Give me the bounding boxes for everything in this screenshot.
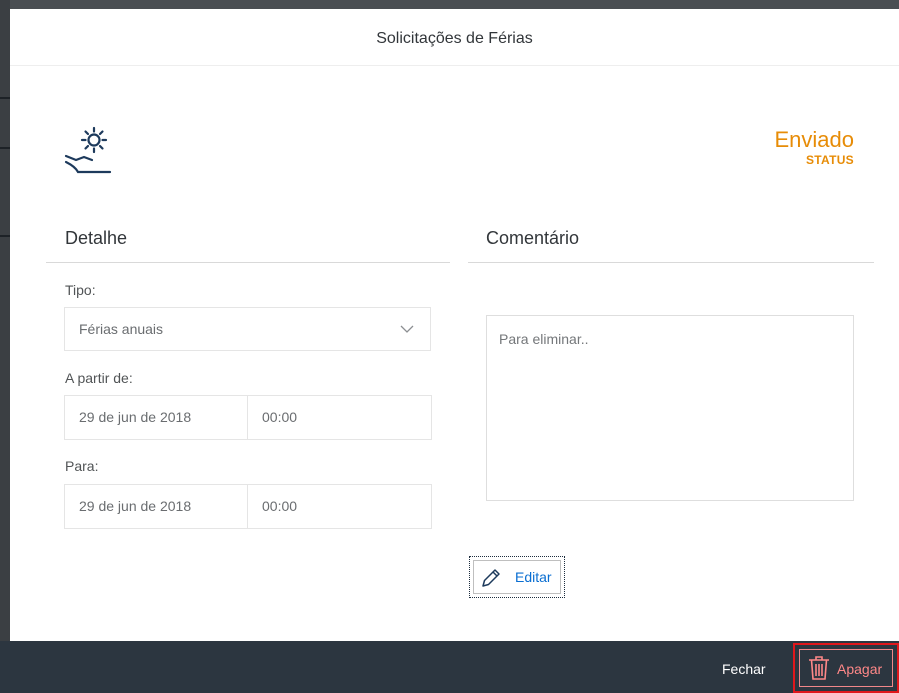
status-value: Enviado [774,127,854,152]
to-time-input[interactable]: 00:00 [248,485,431,528]
edit-button[interactable]: Editar [469,556,565,598]
comment-divider [468,262,874,263]
from-label: A partir de: [65,370,133,386]
type-label: Tipo: [65,282,96,298]
type-select[interactable]: Férias anuais [64,307,431,351]
detail-section-title: Detalhe [65,228,128,248]
type-select-value: Férias anuais [79,321,164,337]
from-time-input[interactable]: 00:00 [248,396,431,439]
comment-textarea[interactable]: Para eliminar.. [486,315,854,501]
background-tick [0,97,10,99]
dialog-header: Solicitações de Férias [10,9,899,66]
chevron-down-icon [400,325,414,333]
dialog-title: Solicitações de Férias [376,30,533,47]
to-date-value: 29 de jun de 2018 [79,498,192,514]
vacation-lounger-sun-icon [64,126,112,174]
delete-button-label: Apagar [837,661,883,677]
trash-icon [809,656,829,680]
status-indicator: Enviado STATUS [774,127,854,167]
from-date-value: 29 de jun de 2018 [79,409,192,425]
delete-button[interactable]: Apagar [793,643,899,693]
to-time-value: 00:00 [262,498,298,514]
status-label: STATUS [805,153,854,167]
dialog-footer: Fechar [0,641,899,693]
comment-placeholder: Para eliminar.. [499,331,589,347]
pencil-icon [482,569,500,587]
to-date-input[interactable]: 29 de jun de 2018 [65,485,248,528]
background-top-edge [0,0,899,9]
background-tick [0,235,10,237]
from-datetime-field: 29 de jun de 2018 00:00 [64,395,432,440]
close-button[interactable]: Fechar [722,661,766,677]
to-datetime-field: 29 de jun de 2018 00:00 [64,484,432,529]
from-date-input[interactable]: 29 de jun de 2018 [65,396,248,439]
comment-section-title: Comentário [486,228,580,248]
background-tick [0,147,10,149]
to-label: Para: [65,458,99,474]
detail-divider [46,262,450,263]
from-time-value: 00:00 [262,409,298,425]
edit-button-label: Editar [515,569,552,585]
